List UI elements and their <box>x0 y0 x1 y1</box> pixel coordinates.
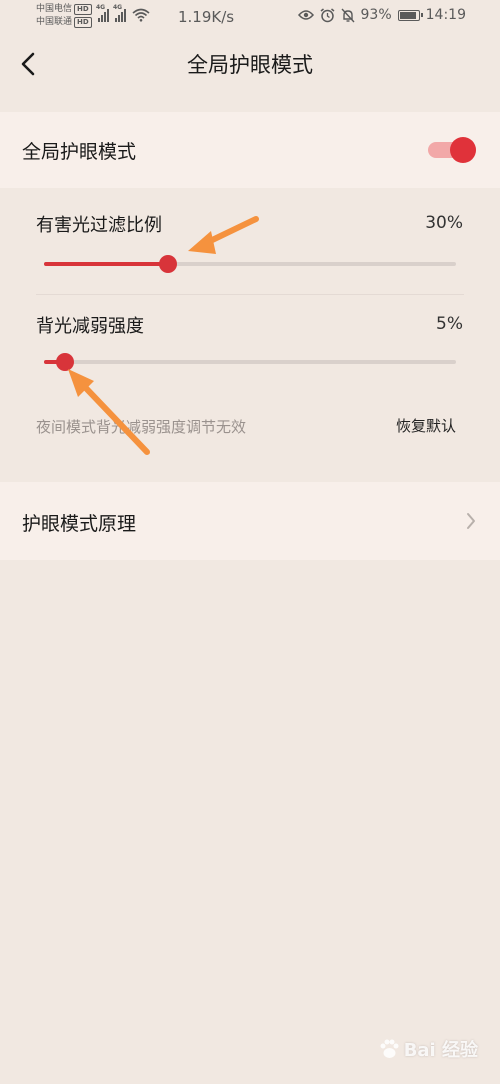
signal-1-icon: 4G <box>96 4 109 22</box>
night-mode-hint: 夜间模式背光减弱强度调节无效 <box>36 418 247 436</box>
status-bar: 中国电信 HD 中国联通 HD 4G 4G 1.19K/s 93% 14:19 <box>0 0 500 34</box>
mute-icon <box>341 8 355 22</box>
slider-section: 有害光过滤比例 30% 背光减弱强度 5% 夜间模式背光减弱强度调节无效 恢复默… <box>0 189 500 466</box>
slider-thumb[interactable] <box>158 255 177 273</box>
divider <box>36 294 464 295</box>
filter-ratio-label: 有害光过滤比例 <box>36 215 162 236</box>
restore-default-button[interactable]: 恢复默认 <box>396 415 456 436</box>
battery-percent: 93% <box>360 7 392 23</box>
hd-badge: HD <box>74 17 92 28</box>
backlight-reduction-label: 背光减弱强度 <box>36 316 144 337</box>
wifi-icon <box>132 8 150 22</box>
eye-icon <box>297 10 314 20</box>
chevron-right-icon <box>467 513 475 529</box>
app-header: 全局护眼模式 <box>0 34 500 94</box>
backlight-reduction-slider[interactable] <box>44 352 456 372</box>
status-right: 93% 14:19 <box>297 7 466 23</box>
eye-care-principle-row[interactable]: 护眼模式原理 <box>0 482 500 560</box>
toggle-thumb <box>450 137 476 163</box>
slider-thumb[interactable] <box>55 353 74 371</box>
alarm-icon <box>320 7 334 22</box>
clock: 14:19 <box>425 7 466 23</box>
backlight-reduction-value: 5% <box>436 314 463 334</box>
paw-icon <box>380 1039 399 1058</box>
page-title: 全局护眼模式 <box>187 53 313 77</box>
global-eye-care-label: 全局护眼模式 <box>22 141 137 163</box>
carrier-2: 中国联通 <box>36 17 73 27</box>
hd-badge: HD <box>74 4 92 15</box>
carrier-1: 中国电信 <box>36 4 73 14</box>
watermark-text: Bai 经验 <box>403 1040 478 1061</box>
baidu-watermark: Bai 经验 <box>378 1036 478 1062</box>
filter-ratio-value: 30% <box>425 213 463 233</box>
slider-fill <box>44 262 168 266</box>
carrier-info: 中国电信 HD 中国联通 HD <box>36 3 92 29</box>
global-eye-care-toggle[interactable] <box>428 137 478 163</box>
battery-icon <box>397 9 423 21</box>
filter-ratio-slider[interactable] <box>44 254 456 274</box>
battery-level-fill <box>399 11 417 19</box>
global-eye-care-row: 全局护眼模式 <box>0 112 500 188</box>
signal-2-icon: 4G <box>113 4 126 22</box>
slider-track <box>44 360 456 364</box>
net-speed: 1.19K/s <box>178 8 235 26</box>
signal-indicators: 4G 4G <box>96 4 150 22</box>
eye-care-principle-label: 护眼模式原理 <box>22 513 137 535</box>
